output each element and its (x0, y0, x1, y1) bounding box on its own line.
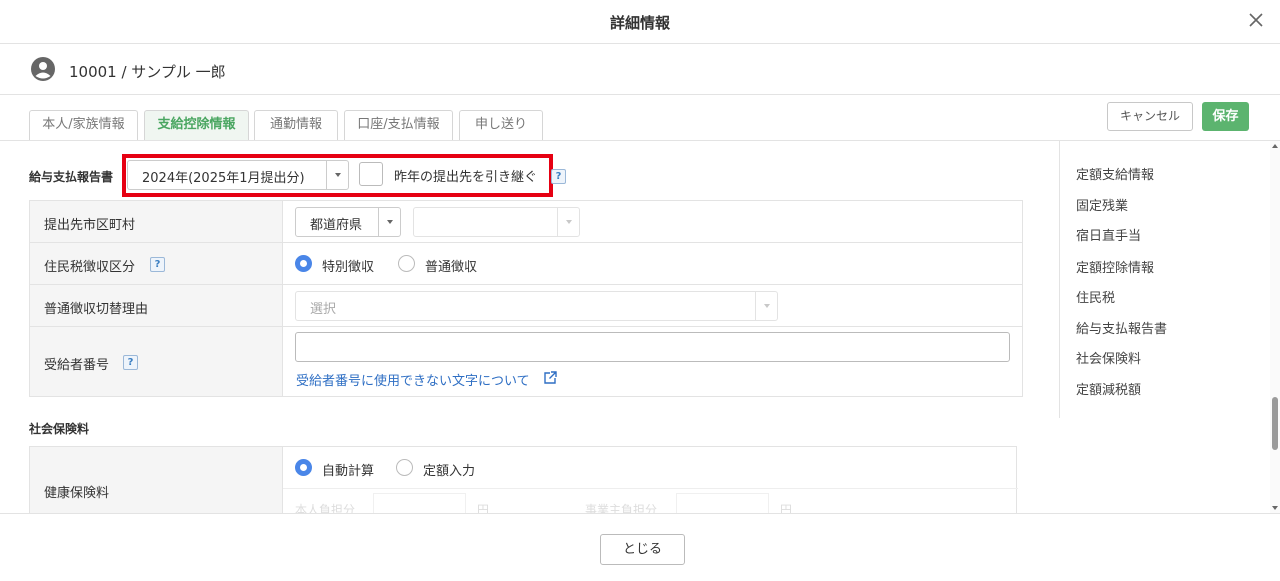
tab-personal-family[interactable]: 本人/家族情報 (29, 110, 138, 140)
scroll-down-icon[interactable] (1272, 506, 1278, 510)
collection-help-icon[interactable]: ? (150, 257, 165, 272)
prefecture-value: 都道府県 (310, 218, 363, 233)
city-select[interactable] (413, 207, 580, 237)
employee-row: 10001 / サンプル 一郎 (0, 45, 1280, 95)
side-nav-fixed-deduction[interactable]: 定額控除情報 (1076, 257, 1154, 276)
section-side-nav: 定額支給情報 固定残業 宿日直手当 定額控除情報 住民税 給与支払報告書 社会保… (1059, 141, 1270, 418)
employer-share-input[interactable] (676, 493, 769, 513)
recipient-help-icon[interactable]: ? (123, 355, 138, 370)
tab-payment-deduction[interactable]: 支給控除情報 (144, 110, 249, 140)
close-icon[interactable] (1244, 8, 1268, 32)
side-nav-tax-reduction[interactable]: 定額減税額 (1076, 379, 1141, 398)
radio-normal-collection[interactable] (398, 255, 415, 272)
collection-label: 住民税徴収区分 (44, 260, 136, 275)
employer-share-unit: 円 (780, 503, 793, 513)
recipient-number-input[interactable] (295, 332, 1010, 362)
report-section-label: 給与支払報告書 (29, 170, 114, 184)
chevron-down-icon (378, 208, 400, 236)
chevron-down-icon (755, 292, 777, 320)
radio-special-collection[interactable] (295, 255, 312, 272)
dialog-footer: とじる (0, 513, 1280, 581)
side-nav-payment-report[interactable]: 給与支払報告書 (1076, 318, 1167, 337)
tab-bar: 本人/家族情報 支給控除情報 通勤情報 口座/支払情報 申し送り (0, 96, 1280, 141)
radio-fixed-input[interactable] (396, 459, 413, 476)
scroll-thumb[interactable] (1272, 397, 1278, 450)
normal-collection-label: 普通徴収 (425, 260, 478, 275)
recipient-number-help-link[interactable]: 受給者番号に使用できない文字について (296, 370, 530, 389)
side-nav-resident-tax[interactable]: 住民税 (1076, 287, 1115, 306)
side-nav-fixed-payment[interactable]: 定額支給情報 (1076, 164, 1154, 183)
municipality-label: 提出先市区町村 (44, 218, 136, 233)
highlight-box (122, 154, 553, 197)
cancel-button[interactable]: キャンセル (1107, 102, 1193, 131)
report-help-icon[interactable]: ? (551, 169, 566, 184)
content-scrollbar[interactable] (1270, 141, 1280, 513)
row-collection-type: 住民税徴収区分 ? 特別徴収 普通徴収 (30, 243, 1022, 285)
switch-reason-placeholder: 選択 (310, 302, 337, 317)
insurance-table: 健康保険料 自動計算 定額入力 本人負担分 円 事業主負担分 円 (29, 446, 1018, 513)
tab-notes[interactable]: 申し送り (459, 110, 543, 140)
dialog-header: 詳細情報 (0, 0, 1280, 44)
save-button[interactable]: 保存 (1202, 102, 1249, 131)
report-form-table: 提出先市区町村 都道府県 住民税徴収区分 ? 特別徴収 普通徴収 普通徴収切替理… (29, 200, 1023, 397)
tab-commute[interactable]: 通勤情報 (254, 110, 338, 140)
switch-reason-select[interactable]: 選択 (295, 291, 778, 321)
switch-reason-label: 普通徴収切替理由 (44, 302, 149, 317)
tab-bank-payment[interactable]: 口座/支払情報 (344, 110, 453, 140)
self-share-input[interactable] (373, 493, 466, 513)
close-button[interactable]: とじる (600, 534, 685, 565)
row-municipality: 提出先市区町村 都道府県 (30, 201, 1022, 243)
prefecture-select[interactable]: 都道府県 (295, 207, 401, 237)
special-collection-label: 特別徴収 (322, 260, 375, 275)
chevron-down-icon (557, 208, 579, 236)
row-switch-reason: 普通徴収切替理由 選択 (30, 285, 1022, 327)
recipient-number-label: 受給者番号 (44, 358, 110, 373)
dialog-title: 詳細情報 (609, 14, 670, 32)
user-avatar-icon (31, 57, 55, 81)
auto-calc-label: 自動計算 (322, 464, 375, 479)
employee-name: 10001 / サンプル 一郎 (69, 63, 226, 81)
row-recipient-number: 受給者番号 ? 受給者番号に使用できない文字について (30, 327, 1022, 397)
fixed-input-label: 定額入力 (423, 464, 476, 479)
health-insurance-label: 健康保険料 (44, 486, 110, 501)
employer-share-label: 事業主負担分 (585, 503, 658, 513)
side-nav-social-insurance[interactable]: 社会保険料 (1076, 348, 1141, 367)
insurance-section-label: 社会保険料 (29, 422, 90, 436)
external-link-icon[interactable] (543, 371, 557, 385)
self-share-unit: 円 (477, 503, 490, 513)
scroll-up-icon[interactable] (1272, 144, 1278, 148)
side-nav-fixed-overtime[interactable]: 固定残業 (1076, 195, 1128, 214)
radio-auto-calc[interactable] (295, 459, 312, 476)
side-nav-night-duty[interactable]: 宿日直手当 (1076, 225, 1141, 244)
self-share-label: 本人負担分 (295, 503, 356, 513)
